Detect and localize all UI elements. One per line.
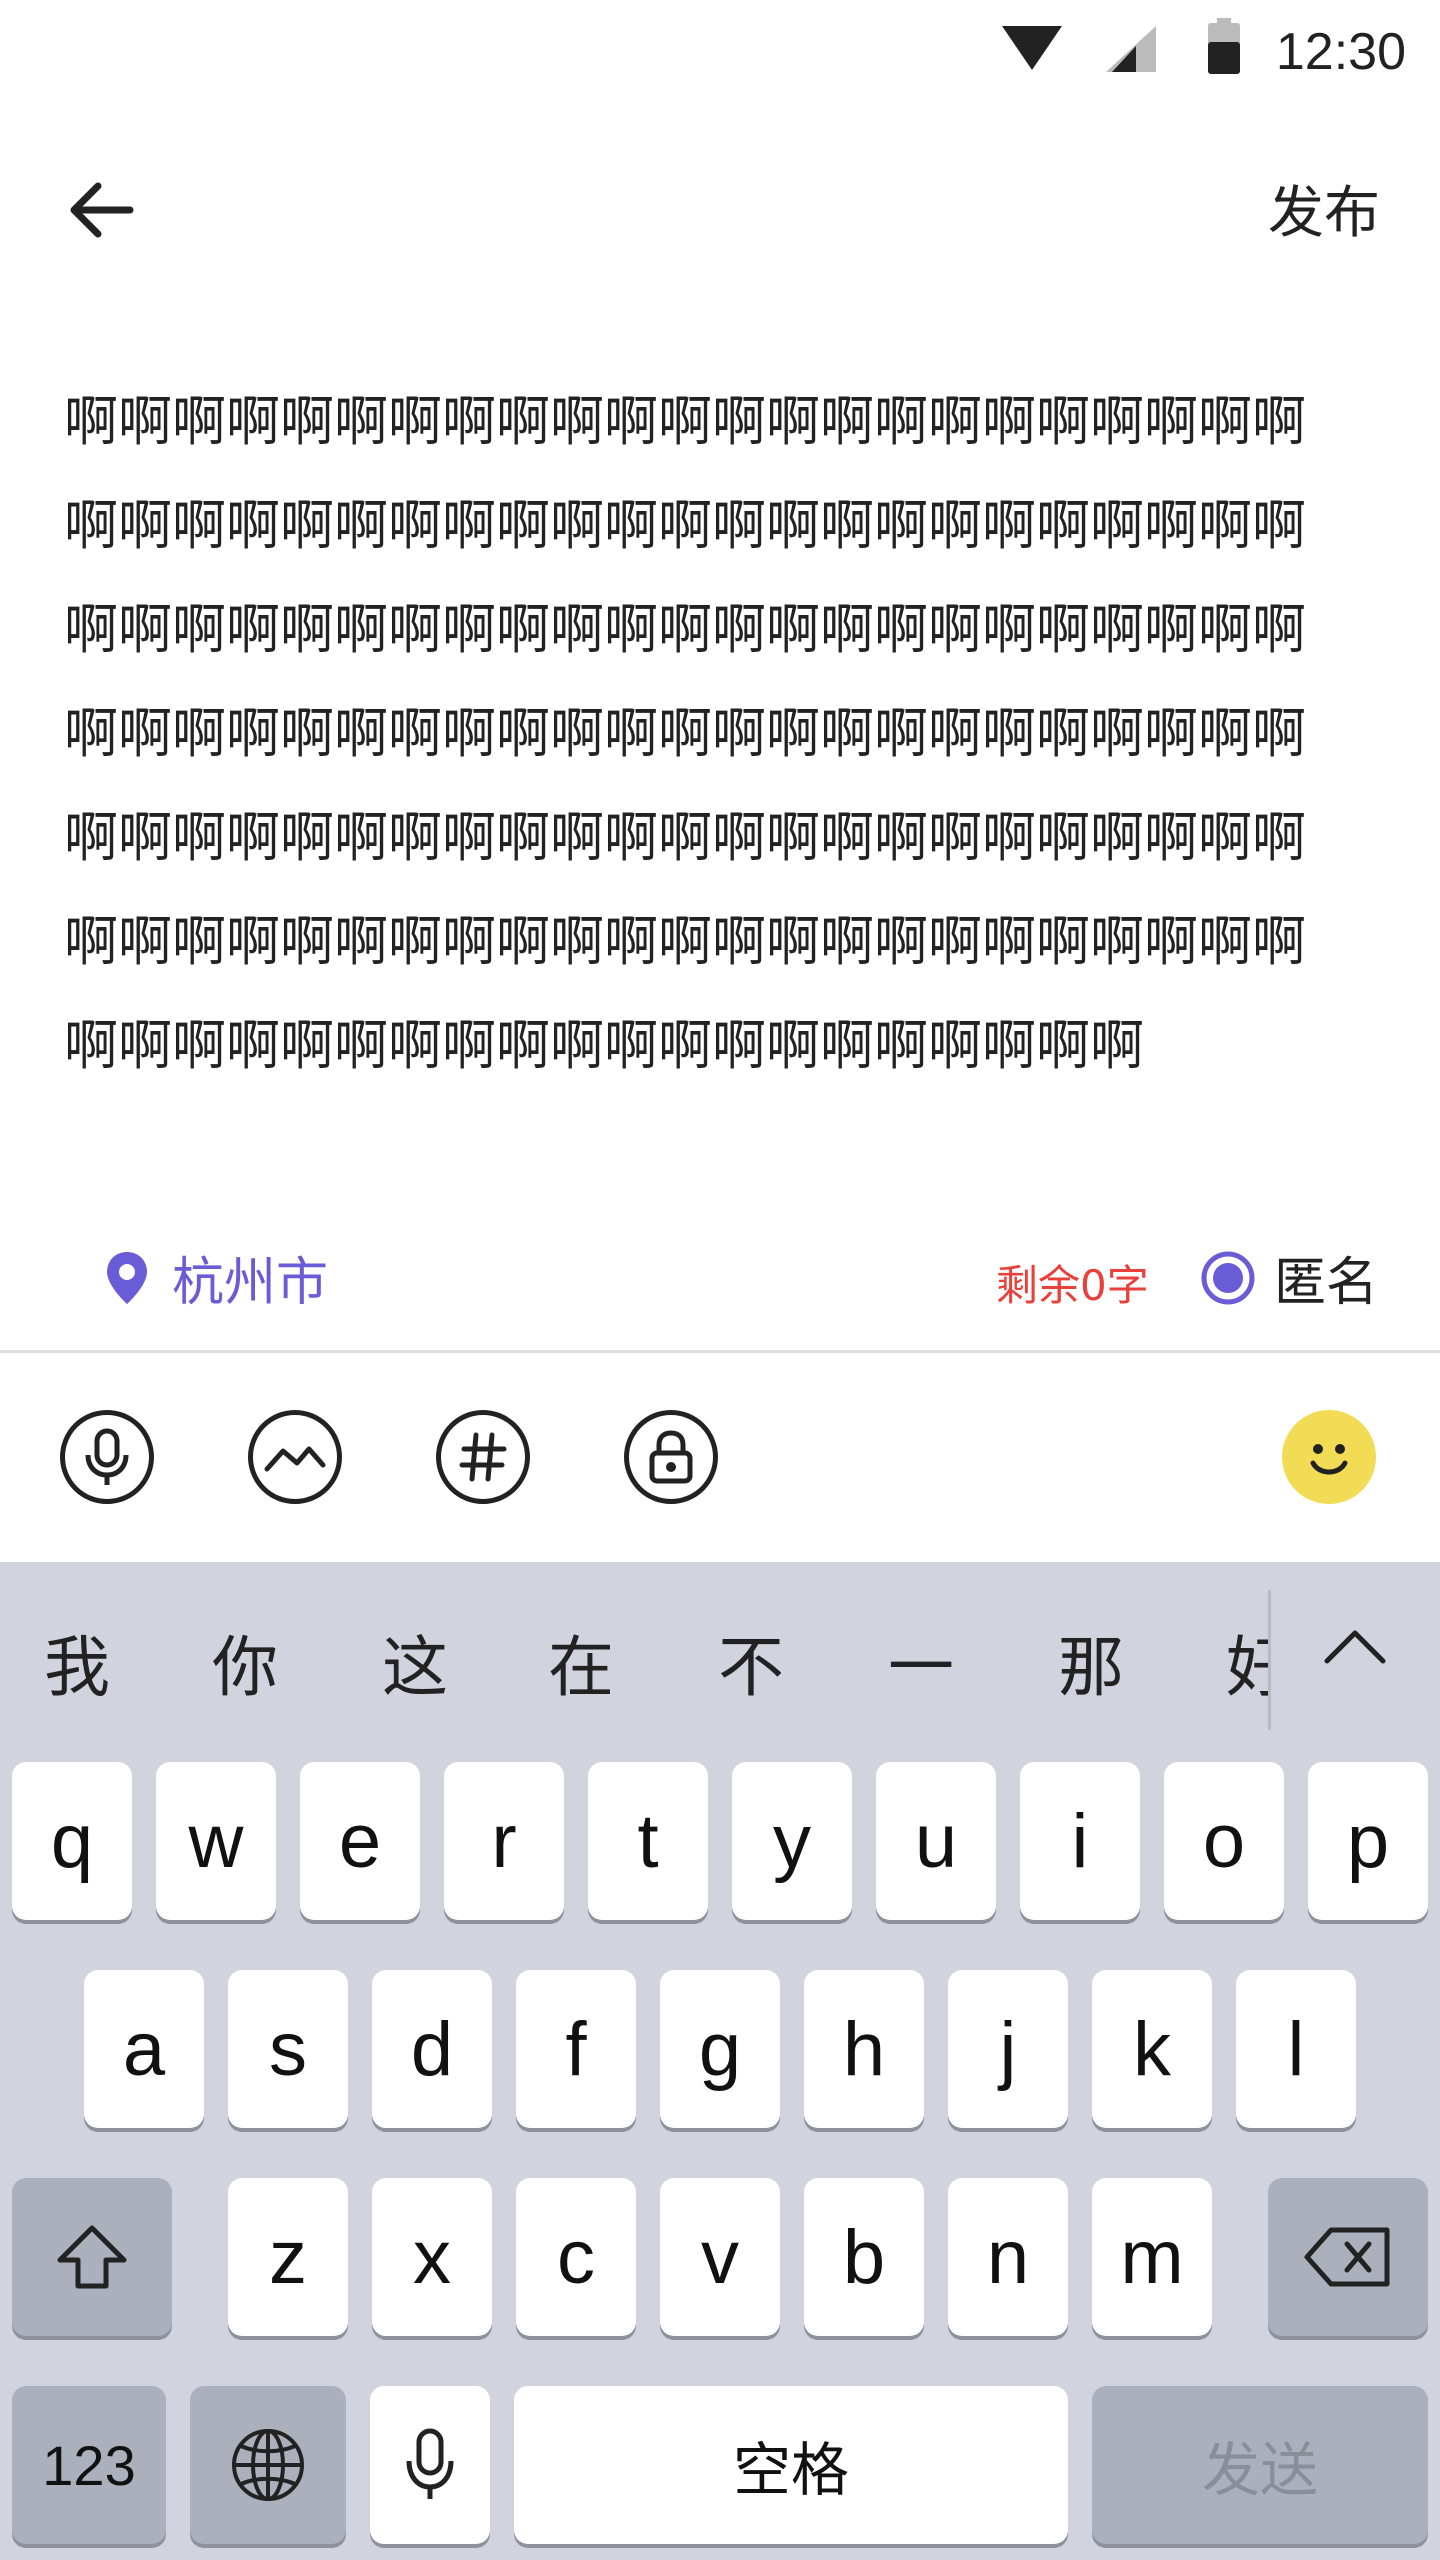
lock-icon [649, 1430, 693, 1484]
image-icon [264, 1446, 326, 1472]
key-a[interactable]: a [84, 1970, 204, 2128]
privacy-button[interactable] [624, 1410, 718, 1504]
radio-checked-icon [1201, 1251, 1255, 1304]
key-z[interactable]: z [228, 2178, 348, 2336]
arrow-left-icon [70, 182, 134, 238]
battery-icon [1208, 18, 1240, 74]
key-h[interactable]: h [804, 1970, 924, 2128]
key-b[interactable]: b [804, 2178, 924, 2336]
voice-button[interactable] [60, 1410, 154, 1504]
emoji-button[interactable] [1282, 1410, 1376, 1504]
keyboard: 我 你 这 在 不 一 那 好 q w e r t y u i o p a s … [0, 1562, 1440, 2560]
microphone-icon [85, 1428, 129, 1485]
topic-button[interactable] [436, 1410, 530, 1504]
backspace-key[interactable] [1268, 2178, 1428, 2336]
candidate-item[interactable]: 这 [382, 1614, 448, 1710]
key-f[interactable]: f [516, 1970, 636, 2128]
divider [0, 1350, 1440, 1353]
key-i[interactable]: i [1020, 1762, 1140, 1920]
status-time: 12:30 [1275, 23, 1406, 81]
publish-button[interactable]: 发布 [1268, 168, 1380, 249]
key-s[interactable]: s [228, 1970, 348, 2128]
key-g[interactable]: g [660, 1970, 780, 2128]
voice-input-key[interactable] [370, 2386, 490, 2544]
candidate-item[interactable]: 不 [718, 1614, 784, 1710]
key-d[interactable]: d [372, 1970, 492, 2128]
key-m[interactable]: m [1092, 2178, 1212, 2336]
key-c[interactable]: c [516, 2178, 636, 2336]
key-r[interactable]: r [444, 1762, 564, 1920]
key-e[interactable]: e [300, 1762, 420, 1920]
wifi-icon [1002, 26, 1062, 70]
globe-icon [232, 2429, 304, 2501]
microphone-icon [406, 2428, 454, 2499]
key-q[interactable]: q [12, 1762, 132, 1920]
signal-icon [1106, 26, 1156, 72]
key-l[interactable]: l [1236, 1970, 1356, 2128]
key-w[interactable]: w [156, 1762, 276, 1920]
numbers-key[interactable]: 123 [12, 2386, 166, 2544]
anonymous-label: 匿名 [1274, 1253, 1379, 1313]
meta-row: 杭州市 剩余0字 匿名 [0, 1240, 1440, 1320]
smiley-icon [1310, 1444, 1348, 1475]
key-t[interactable]: t [588, 1762, 708, 1920]
key-y[interactable]: y [732, 1762, 852, 1920]
image-button[interactable] [248, 1410, 342, 1504]
space-key[interactable]: 空格 [514, 2386, 1068, 2544]
key-j[interactable]: j [948, 1970, 1068, 2128]
candidate-bar: 我 你 这 在 不 一 那 好 [0, 1562, 1440, 1762]
key-u[interactable]: u [876, 1762, 996, 1920]
key-v[interactable]: v [660, 2178, 780, 2336]
location-label: 杭州市 [172, 1253, 329, 1313]
expand-candidates-button[interactable] [1310, 1602, 1400, 1692]
key-k[interactable]: k [1092, 1970, 1212, 2128]
header: 发布 [0, 130, 1440, 280]
candidate-item[interactable]: 那 [1058, 1614, 1124, 1710]
key-x[interactable]: x [372, 2178, 492, 2336]
shift-icon [57, 2225, 127, 2289]
candidate-divider [1268, 1590, 1271, 1730]
candidate-item[interactable]: 一 [888, 1614, 954, 1710]
remaining-count: 剩余0字 [996, 1261, 1149, 1310]
language-key[interactable] [190, 2386, 346, 2544]
chevron-up-icon [1324, 1630, 1386, 1664]
candidate-item[interactable]: 我 [44, 1614, 110, 1710]
post-content-input[interactable]: 啊啊啊啊啊啊啊啊啊啊啊啊啊啊啊啊啊啊啊啊啊啊啊啊啊啊啊啊啊啊啊啊啊啊啊啊啊啊啊啊… [64, 370, 1354, 1098]
shift-key[interactable] [12, 2178, 172, 2336]
candidate-item[interactable]: 在 [548, 1614, 614, 1710]
anonymous-toggle[interactable]: 匿名 [1200, 1240, 1378, 1315]
status-bar: 12:30 [0, 0, 1440, 110]
location-selector[interactable]: 杭州市 [104, 1240, 328, 1315]
hashtag-icon [459, 1432, 507, 1482]
backspace-icon [1304, 2227, 1390, 2287]
candidate-item[interactable]: 好 [1226, 1614, 1268, 1710]
key-p[interactable]: p [1308, 1762, 1428, 1920]
key-o[interactable]: o [1164, 1762, 1284, 1920]
back-button[interactable] [62, 170, 142, 250]
send-key[interactable]: 发送 [1092, 2386, 1428, 2544]
candidate-list: 我 你 这 在 不 一 那 好 [0, 1562, 1268, 1762]
toolbar [0, 1390, 1440, 1530]
key-n[interactable]: n [948, 2178, 1068, 2336]
candidate-item[interactable]: 你 [212, 1614, 278, 1710]
location-pin-icon [107, 1251, 147, 1304]
